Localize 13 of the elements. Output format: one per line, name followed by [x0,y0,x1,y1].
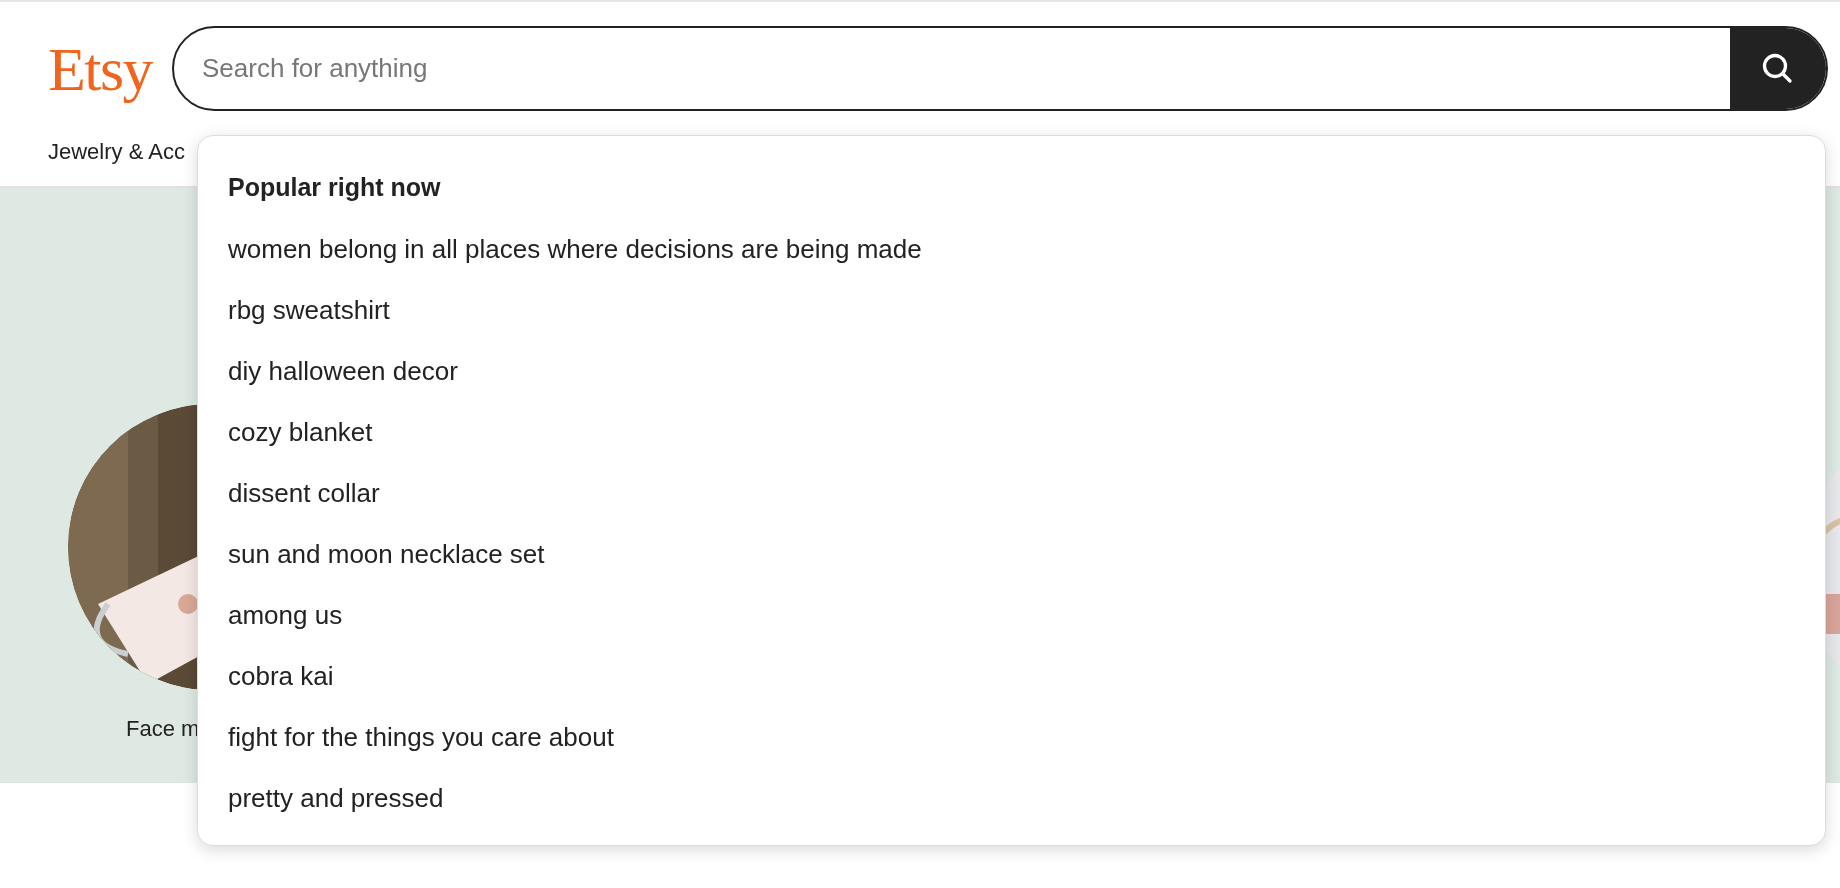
dropdown-heading: Popular right now [228,172,442,203]
suggestion-item[interactable]: fight for the things you care about [228,718,614,779]
suggestion-item[interactable]: rbg sweatshirt [228,291,390,352]
suggestion-item[interactable]: sun and moon necklace set [228,535,545,596]
category-link[interactable]: Jewelry & Acc [48,135,185,168]
suggestion-item[interactable]: among us [228,596,343,657]
suggestion-item[interactable]: cozy blanket [228,413,373,474]
suggestion-item[interactable]: dissent collar [228,474,380,535]
search-button[interactable] [1730,28,1826,109]
suggestion-item[interactable]: pretty and pressed [228,779,444,840]
suggestion-item[interactable]: women belong in all places where decisions are being made [228,230,922,291]
suggestion-item[interactable]: diy halloween decor [228,352,458,413]
suggestion-item[interactable]: cobra kai [228,657,334,718]
